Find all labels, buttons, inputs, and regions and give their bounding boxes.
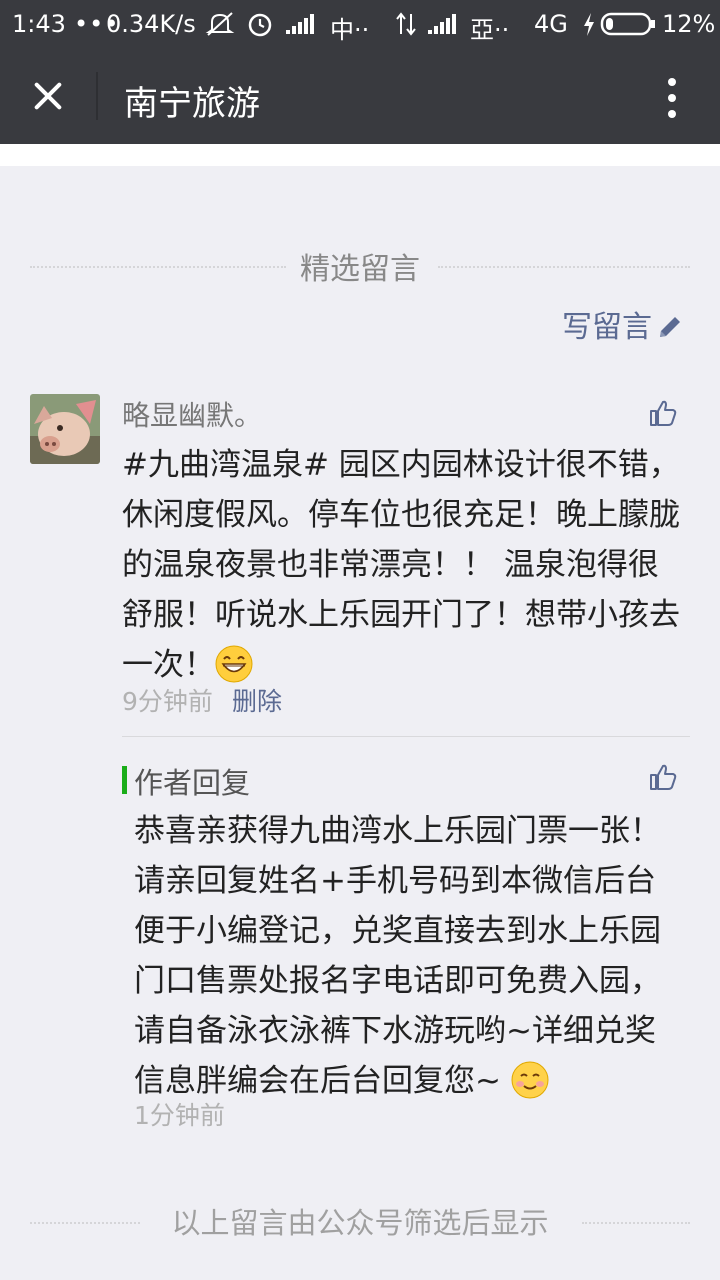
page-title: 南宁旅游 (124, 84, 260, 124)
reply-time: 1分钟前 (134, 1101, 225, 1130)
reply-label: 作者回复 (134, 766, 251, 800)
section-header: 精选留言 (0, 240, 720, 290)
grinning-emoji-icon (215, 645, 253, 683)
comment-nickname[interactable]: 略显幽默。 (122, 394, 262, 434)
write-comment-label: 写留言 (562, 310, 652, 345)
write-comment-button[interactable]: 写留言 (562, 302, 684, 345)
footer-divider-right (582, 1222, 690, 1224)
reply-like-icon[interactable] (648, 762, 678, 792)
footer-text: 以上留言由公众号筛选后显示 (171, 1206, 549, 1240)
status-time: 1:43 (12, 10, 66, 38)
status-carrier2: 亞·· (470, 16, 510, 44)
status-bar: 1:43 ••• 0.34K/s 中·· 亞·· 4G 12% (0, 0, 720, 48)
avatar[interactable] (30, 394, 100, 464)
reply-divider (122, 736, 690, 737)
signal-icon-2 (428, 14, 460, 34)
delete-button[interactable]: 删除 (232, 682, 282, 718)
pencil-icon (660, 317, 680, 337)
article-end-strip (0, 144, 720, 166)
data-arrows-icon (394, 10, 418, 44)
smiling-emoji-icon (511, 1061, 549, 1099)
comment-time: 9分钟前 (122, 687, 213, 716)
title-bar: 南宁旅游 (0, 48, 720, 144)
charging-icon (582, 10, 596, 44)
mute-icon (204, 10, 236, 44)
comment-body: #九曲湾温泉# 园区内园林设计很不错，休闲度假风。停车位也很充足！晚上朦胧的温泉… (122, 440, 682, 690)
reply-accent-bar (122, 766, 127, 794)
like-icon[interactable] (648, 398, 678, 428)
signal-icon (286, 14, 318, 34)
status-carrier1: 中·· (330, 16, 370, 44)
comment-text: #九曲湾温泉# 园区内园林设计很不错，休闲度假风。停车位也很充足！晚上朦胧的温泉… (122, 447, 680, 683)
battery-icon (600, 10, 658, 44)
alarm-icon (246, 10, 274, 44)
status-network: 4G (534, 10, 568, 38)
title-divider (96, 72, 98, 120)
close-icon[interactable] (28, 76, 68, 116)
status-net-speed: 0.34K/s (106, 10, 196, 38)
reply-text: 恭喜亲获得九曲湾水上乐园门票一张！请亲回复姓名+手机号码到本微信后台便于小编登记… (134, 813, 661, 1099)
reply-body: 恭喜亲获得九曲湾水上乐园门票一张！请亲回复姓名+手机号码到本微信后台便于小编登记… (134, 806, 684, 1106)
comments-footer: 以上留言由公众号筛选后显示 (0, 1196, 720, 1246)
divider-right (438, 266, 690, 268)
more-options-icon[interactable] (660, 76, 684, 120)
status-battery-text: 12% (662, 10, 716, 38)
